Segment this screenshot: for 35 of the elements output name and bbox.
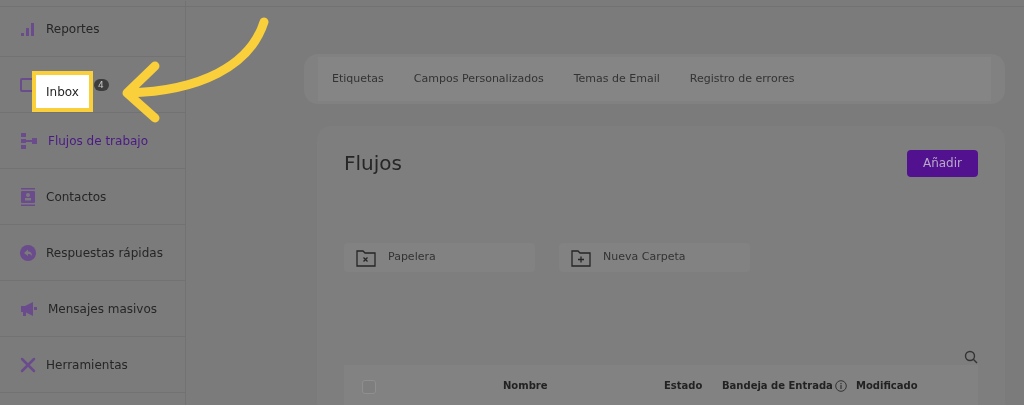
column-header: Nombre xyxy=(503,379,548,393)
sidebar-item[interactable]: Flujos de trabajo xyxy=(0,113,185,169)
info-icon[interactable] xyxy=(834,379,847,392)
sidebar-item[interactable]: Mensajes masivos xyxy=(0,281,185,337)
sidebar-label: Mensajes masivos xyxy=(48,300,158,318)
tab[interactable]: Etiquetas xyxy=(332,70,384,88)
sidebar-label: Inbox xyxy=(46,83,79,101)
reply-icon xyxy=(20,244,36,261)
sidebar-label: Flujos de trabajo xyxy=(48,132,149,150)
sidebar-item[interactable]: Respuestas rápidas xyxy=(0,225,185,281)
search-icon[interactable] xyxy=(964,350,978,364)
sidebar-item[interactable]: Reportes xyxy=(0,1,185,57)
add-button[interactable]: Añadir xyxy=(906,149,978,177)
sidebar-item[interactable]: Contactos xyxy=(0,169,185,225)
column-header: Modificado xyxy=(856,379,918,393)
megaphone-icon xyxy=(20,300,38,317)
folder-button[interactable]: Nueva Carpeta xyxy=(559,243,750,272)
column-header: Estado xyxy=(664,379,703,393)
sidebar-label: Contactos xyxy=(46,188,107,206)
folder-x-icon xyxy=(356,248,376,267)
count-badge: 4 xyxy=(94,78,109,91)
tab[interactable]: Campos Personalizados xyxy=(413,70,544,88)
sidebar-label: Reportes xyxy=(46,20,100,38)
contact-card-icon xyxy=(20,187,36,206)
sidebar-item[interactable]: Herramientas xyxy=(0,337,185,393)
folder-button[interactable]: Papelera xyxy=(344,243,535,272)
tab[interactable]: Registro de errores xyxy=(689,70,795,88)
bar-chart-icon xyxy=(20,20,36,37)
column-header: Bandeja de Entrada xyxy=(722,379,833,393)
flow-icon xyxy=(20,131,38,150)
sidebar-label: Herramientas xyxy=(46,356,128,374)
panel-title: Flujos xyxy=(344,150,402,177)
folder-plus-icon xyxy=(571,248,591,267)
sidebar-label: Respuestas rápidas xyxy=(46,244,163,262)
tab[interactable]: Temas de Email xyxy=(573,70,660,88)
